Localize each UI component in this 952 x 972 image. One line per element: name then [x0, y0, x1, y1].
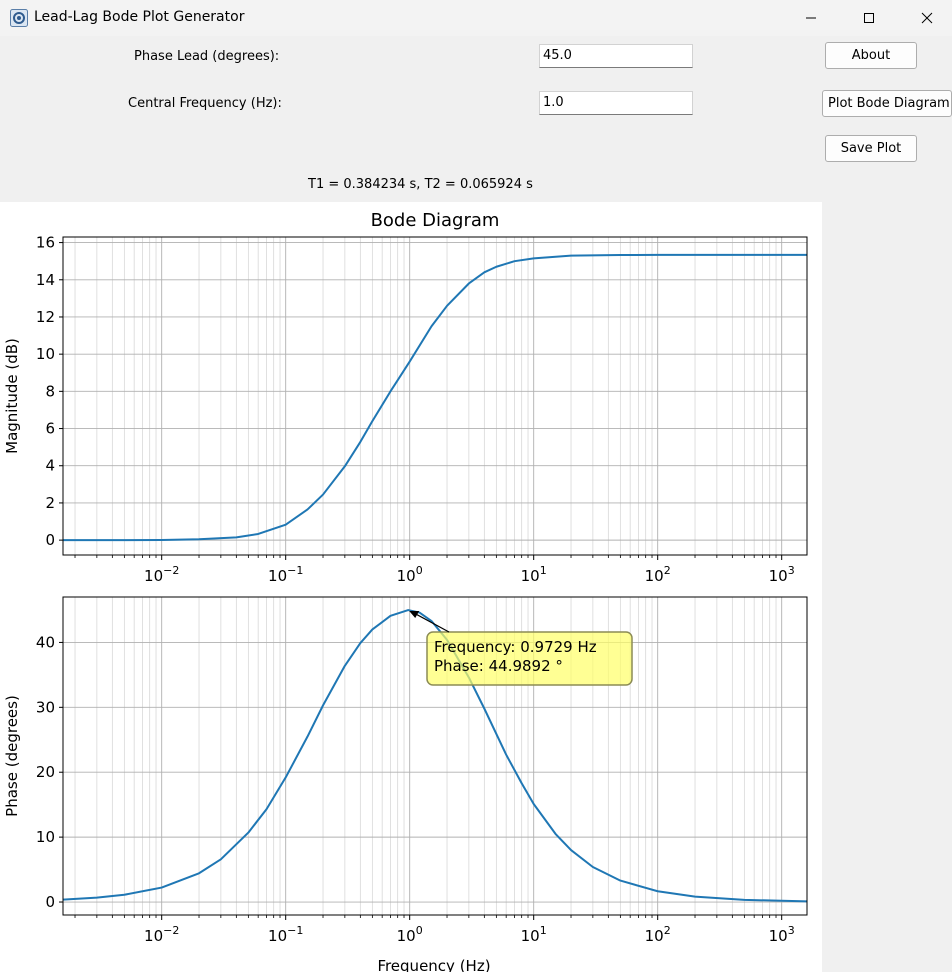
maximize-icon: [864, 13, 874, 23]
y-tick-label: 8: [45, 382, 55, 400]
minimize-icon: [806, 17, 816, 19]
x-tick-label: 100: [397, 924, 423, 945]
y-tick-label: 2: [45, 494, 55, 512]
y-tick-label: 10: [36, 345, 55, 363]
x-tick-exponent: −1: [287, 924, 303, 937]
axes-1: 024681012141610−2 10−1 100 101 102 103Bode Di…: [3, 210, 808, 585]
y-tick-label: 0: [45, 893, 55, 911]
phase-lead-label: Phase Lead (degrees):: [134, 49, 280, 64]
x-tick-exponent: 1: [540, 564, 547, 577]
x-tick-exponent: 2: [664, 924, 671, 937]
x-tick-label: 102: [645, 924, 671, 945]
time-constants-result: T1 = 0.384234 s, T2 = 0.065924 s: [308, 177, 533, 192]
x-tick-exponent: −2: [163, 564, 179, 577]
minimize-button[interactable]: [782, 0, 840, 36]
window-title: Lead-Lag Bode Plot Generator: [34, 9, 245, 25]
close-button[interactable]: [898, 0, 952, 36]
x-tick-label: 100: [397, 564, 423, 585]
phase-lead-input[interactable]: 45.0: [539, 44, 693, 68]
y-axis-label: Phase (degrees): [3, 695, 21, 817]
x-tick-exponent: 3: [788, 924, 795, 937]
x-tick-label: 103: [769, 564, 795, 585]
annotation-phase-text: Phase: 44.9892 °: [434, 657, 563, 675]
maximize-button[interactable]: [840, 0, 898, 36]
plot-canvas: 0 2 4 6 8 10 12 14 16 10−2 10−1 100 101 102 103 Bode Di…: [0, 202, 822, 972]
x-tick-label: 10−2: [144, 564, 179, 585]
y-tick-label: 4: [45, 457, 55, 475]
x-tick-exponent: 3: [788, 564, 795, 577]
x-tick-label: 103: [769, 924, 795, 945]
axes-2: 01020304010−2 10−1 100 101 102 103Phase (degr…: [3, 596, 808, 972]
x-tick-label: 10−1: [268, 924, 303, 945]
x-tick-label: 10−2: [144, 924, 179, 945]
y-axis-label: Magnitude (dB): [3, 338, 21, 454]
annotation-arrow: [411, 611, 450, 633]
y-tick-label: 12: [36, 308, 55, 326]
save-plot-button[interactable]: Save Plot: [825, 135, 917, 162]
y-tick-label: 14: [36, 271, 55, 289]
gear-app-icon: [10, 9, 28, 27]
y-tick-label: 20: [36, 763, 55, 781]
y-tick-label: 40: [36, 633, 55, 651]
y-tick-label: 30: [36, 698, 55, 716]
central-frequency-label: Central Frequency (Hz):: [128, 96, 282, 111]
plot-bode-diagram-button[interactable]: Plot Bode Diagram: [822, 90, 952, 117]
x-tick-label: 101: [521, 564, 547, 585]
x-tick-label: 10−1: [268, 564, 303, 585]
control-panel: Phase Lead (degrees): 45.0 Central Frequ…: [0, 36, 952, 202]
annotation-frequency-text: Frequency: 0.9729 Hz: [434, 638, 597, 656]
close-icon: [921, 12, 933, 24]
chart-title: Bode Diagram: [371, 210, 500, 231]
x-tick-exponent: −2: [163, 924, 179, 937]
title-bar: Lead-Lag Bode Plot Generator: [0, 0, 952, 36]
x-tick-label: 101: [521, 924, 547, 945]
y-tick-label: 0: [45, 531, 55, 549]
x-axis-label: Frequency (Hz): [377, 957, 490, 972]
y-tick-label: 10: [36, 828, 55, 846]
central-frequency-input[interactable]: 1.0: [539, 91, 693, 115]
x-tick-exponent: −1: [287, 564, 303, 577]
bode-diagram-figure: 024681012141610−2 10−1 100 101 102 103Bode Di…: [3, 210, 808, 972]
y-tick-label: 6: [45, 420, 55, 438]
x-tick-label: 102: [645, 564, 671, 585]
y-tick-label: 16: [36, 234, 55, 252]
x-tick-exponent: 1: [540, 924, 547, 937]
about-button[interactable]: About: [825, 42, 917, 69]
x-tick-exponent: 0: [416, 924, 423, 937]
x-tick-exponent: 0: [416, 564, 423, 577]
x-tick-exponent: 2: [664, 564, 671, 577]
